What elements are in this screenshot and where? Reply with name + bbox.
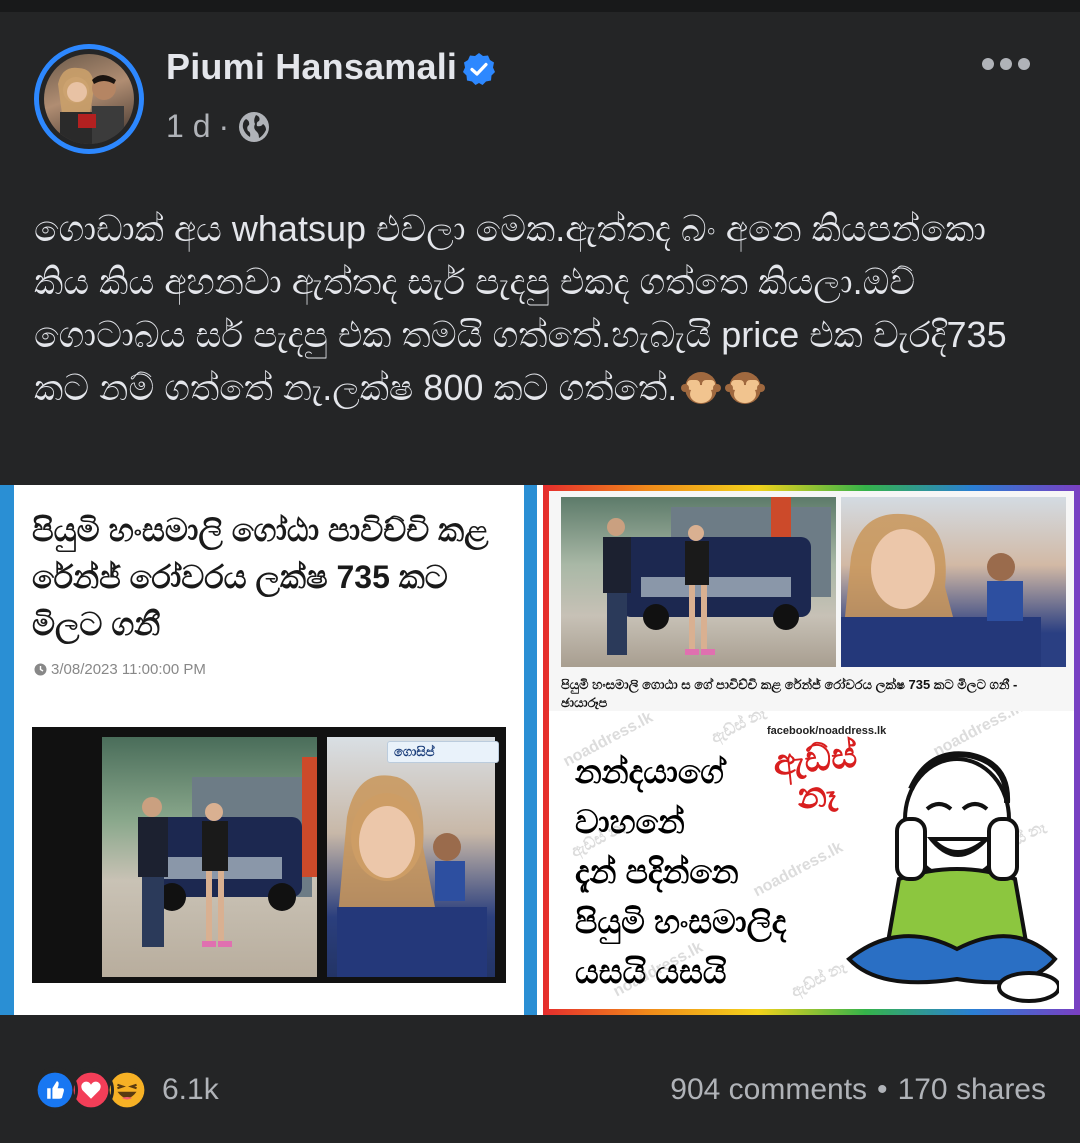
meta-separator: ·	[218, 108, 230, 144]
media-image-left[interactable]: පියුමි හංසමාලි ගෝඨා පාවිච්චි කළ රේන්ජ් ර…	[0, 485, 537, 1015]
verified-badge-icon	[463, 53, 495, 85]
meme-line: නන්දයාගේ	[575, 753, 724, 790]
stats-separator: •	[877, 1073, 888, 1106]
post-stats: 904 comments • 170 shares	[670, 1073, 1046, 1107]
laughing-meme-character	[846, 751, 1059, 1003]
gossip-logo: ගොසිප්	[387, 741, 499, 763]
meme-text: නන්දයාගේ වාහනේ දැන් පදින්නෙ පියුමි හංසමා…	[575, 747, 855, 997]
meme-card: පියුමි හංසමාලි ගොඨා ස ගේ පාවිච්චි කළ රේන…	[549, 491, 1074, 1009]
author-name[interactable]: Piumi Hansamali	[166, 46, 457, 88]
post-caption: ගොඩාක් අය whatsup එවලා මෙක.ඇත්තද බං අනෙ …	[34, 202, 1044, 414]
top-strip	[0, 0, 1080, 12]
post-time[interactable]: 1 d	[166, 108, 210, 145]
see-no-evil-monkey-icon	[725, 372, 766, 404]
meme-line: පියුමි හංසමාලිද	[575, 903, 787, 940]
avatar-photo	[44, 54, 134, 144]
image-border	[524, 485, 537, 1015]
facebook-post: Piumi Hansamali 1 d · ගොඩාක් අය whatsup …	[0, 12, 1080, 1143]
meme-panel: noaddress.lk ඇඩ්ස් නෑ noaddress.lk ඇඩ්ස්…	[549, 711, 1074, 1009]
post-media[interactable]: පියුමි හංසමාලි ගෝඨා පාවිච්චි කළ රේන්ජ් ර…	[0, 485, 1080, 1015]
reaction-count[interactable]: 6.1k	[162, 1073, 219, 1107]
selfie-photo	[841, 497, 1066, 667]
media-image-right[interactable]: පියුමි හංසමාලි ගොඨා ස ගේ පාවිච්චි කළ රේන…	[543, 485, 1080, 1015]
news-card: පියුමි හංසමාලි ගෝඨා පාවිච්චි කළ රේන්ජ් ර…	[14, 485, 524, 1015]
shares-count[interactable]: 170 shares	[898, 1073, 1046, 1107]
news-date-text: 3/08/2023 11:00:00 PM	[51, 661, 206, 678]
gossip-logo-text: ගොසිප්	[394, 744, 435, 759]
image-border	[0, 485, 14, 1015]
car-handover-photo	[102, 737, 317, 977]
news-date: 3/08/2023 11:00:00 PM	[34, 661, 206, 678]
reactions-summary[interactable]: 6.1k	[32, 1067, 219, 1113]
post-meta: 1 d ·	[166, 108, 271, 145]
globe-icon[interactable]	[237, 110, 271, 144]
news-photo: ගොසිප්	[32, 727, 506, 983]
more-dots-icon[interactable]	[982, 58, 1030, 74]
see-no-evil-monkey-icon	[681, 372, 722, 404]
clock-icon	[34, 663, 47, 676]
meme-line: යසයි යසයි	[575, 953, 727, 990]
meme-line: දැන් පදින්නෙ	[575, 853, 739, 890]
like-icon	[32, 1067, 78, 1113]
post-footer: 6.1k 904 comments • 170 shares	[0, 1029, 1080, 1143]
meme-line: වාහනේ	[575, 803, 685, 840]
comments-count[interactable]: 904 comments	[670, 1073, 867, 1107]
meme-caption: පියුමි හංසමාලි ගොඨා ස ගේ පාවිච්චි කළ රේන…	[561, 677, 1018, 710]
selfie-photo	[327, 737, 495, 977]
news-headline: පියුමි හංසමාලි ගෝඨා පාවිච්චි කළ රේන්ජ් ර…	[32, 512, 489, 642]
caption-text: ගොඩාක් අය whatsup එවලා මෙක.ඇත්තද බං අනෙ …	[34, 208, 1007, 408]
car-handover-photo	[561, 497, 836, 667]
author-avatar[interactable]	[34, 44, 144, 154]
